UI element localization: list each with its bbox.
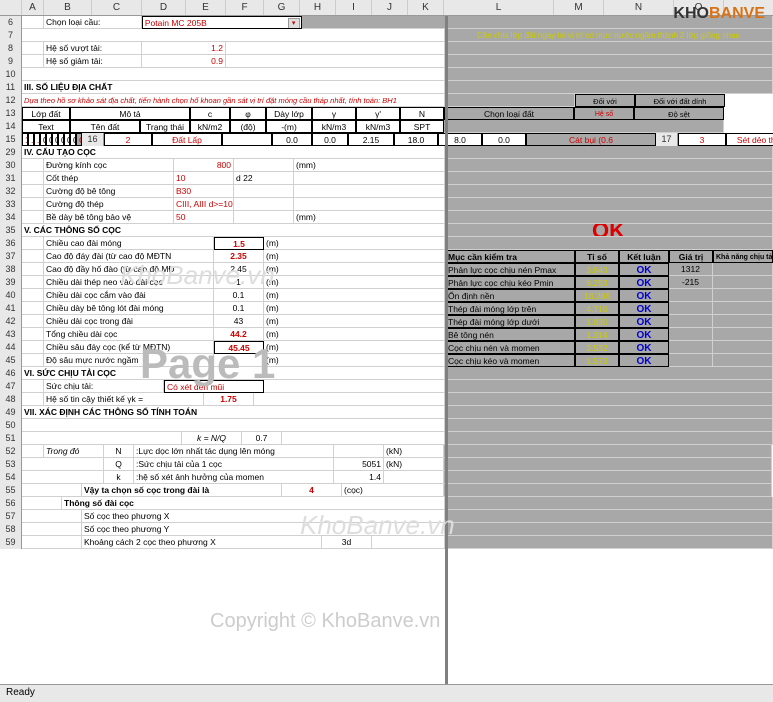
bearing-mode[interactable]: Có xét đến mũi — [164, 380, 264, 393]
brand-watermark-1: KhoBanve.vn — [120, 260, 275, 291]
check-item: Thép đài móng lớp dưới — [445, 315, 575, 328]
section-3-sub: Dựa theo hồ sơ khảo sát địa chất, tiến h… — [22, 94, 445, 107]
sec5-value[interactable]: 1.5 — [214, 237, 264, 250]
section-6-title: VI. SỨC CHỊU TẢI CỌC — [22, 367, 445, 380]
check-item: Thép đài móng lớp trên — [445, 302, 575, 315]
crane-type-dropdown[interactable]: Potain MC 205B▾ — [142, 16, 302, 29]
check-item: Cọc chịu kéo và momen — [445, 354, 575, 367]
overload-label: Hệ số vượt tải: — [44, 42, 142, 55]
safety-factor[interactable]: 1.75 — [204, 393, 254, 406]
section-7-title: VII. XÁC ĐỊNH CÁC THÔNG SỐ TÍNH TOÁN — [22, 406, 445, 419]
crane-type-label: Chọn loại cầu: — [44, 16, 142, 29]
pane-splitter[interactable] — [445, 16, 448, 684]
reduce-label: Hệ số giảm tải: — [44, 55, 142, 68]
column-headers[interactable]: A B C D E F G H I J K L M N O — [0, 0, 773, 16]
sec4-input[interactable]: B30 — [174, 185, 234, 198]
sec5-value[interactable]: 45.45 — [214, 341, 264, 354]
chevron-down-icon[interactable]: ▾ — [288, 18, 300, 29]
sec4-input[interactable]: 10 — [174, 172, 234, 185]
check-item: Bê tông nén — [445, 328, 575, 341]
overload-value[interactable]: 1.2 — [142, 42, 226, 55]
copyright-watermark: Copyright © KhoBanve.vn — [210, 610, 440, 633]
sec5-value[interactable]: 43 — [214, 315, 264, 328]
sec4-input[interactable]: CIII, AIII d>=10 — [174, 198, 234, 211]
section-3-title: III. SỐ LIỆU ĐỊA CHẤT — [22, 81, 445, 94]
reduce-value[interactable]: 0.9 — [142, 55, 226, 68]
spreadsheet-grid[interactable]: 6 Chọn loại cầu: Potain MC 205B▾ 7 Cần c… — [0, 16, 773, 549]
status-bar: Ready — [0, 684, 773, 702]
check-item: Phản lực cọc chịu kéo Pmin — [445, 276, 575, 289]
section-5-title: V. CÁC THÔNG SỐ CỌC — [22, 224, 445, 237]
sec5-value[interactable] — [214, 354, 264, 367]
note-text: Cần chia lớp đất ngay tại vị trí có mực … — [445, 29, 773, 42]
soil-type-select[interactable]: Cát bụi (0.6 0.75 — [526, 133, 656, 146]
sec5-value[interactable]: 44.2 — [214, 328, 264, 341]
sec5-value[interactable]: 0.1 — [214, 302, 264, 315]
section-4-title: IV. CẤU TẠO CỌC — [22, 146, 445, 159]
check-item: Cọc chịu nén và momen — [445, 341, 575, 354]
check-item: Phản lực cọc chịu nén Pmax — [445, 263, 575, 276]
logo-watermark: KHOBANVE — [673, 5, 765, 23]
pile-count[interactable]: 4 — [282, 484, 342, 497]
sec4-input[interactable]: 800 — [174, 159, 234, 172]
brand-watermark-2: KhoBanve.vn — [300, 510, 455, 541]
sec4-input[interactable]: 50 — [174, 211, 234, 224]
check-item: Ổn định nền — [445, 289, 575, 302]
ok-indicator: OK — [592, 224, 625, 237]
